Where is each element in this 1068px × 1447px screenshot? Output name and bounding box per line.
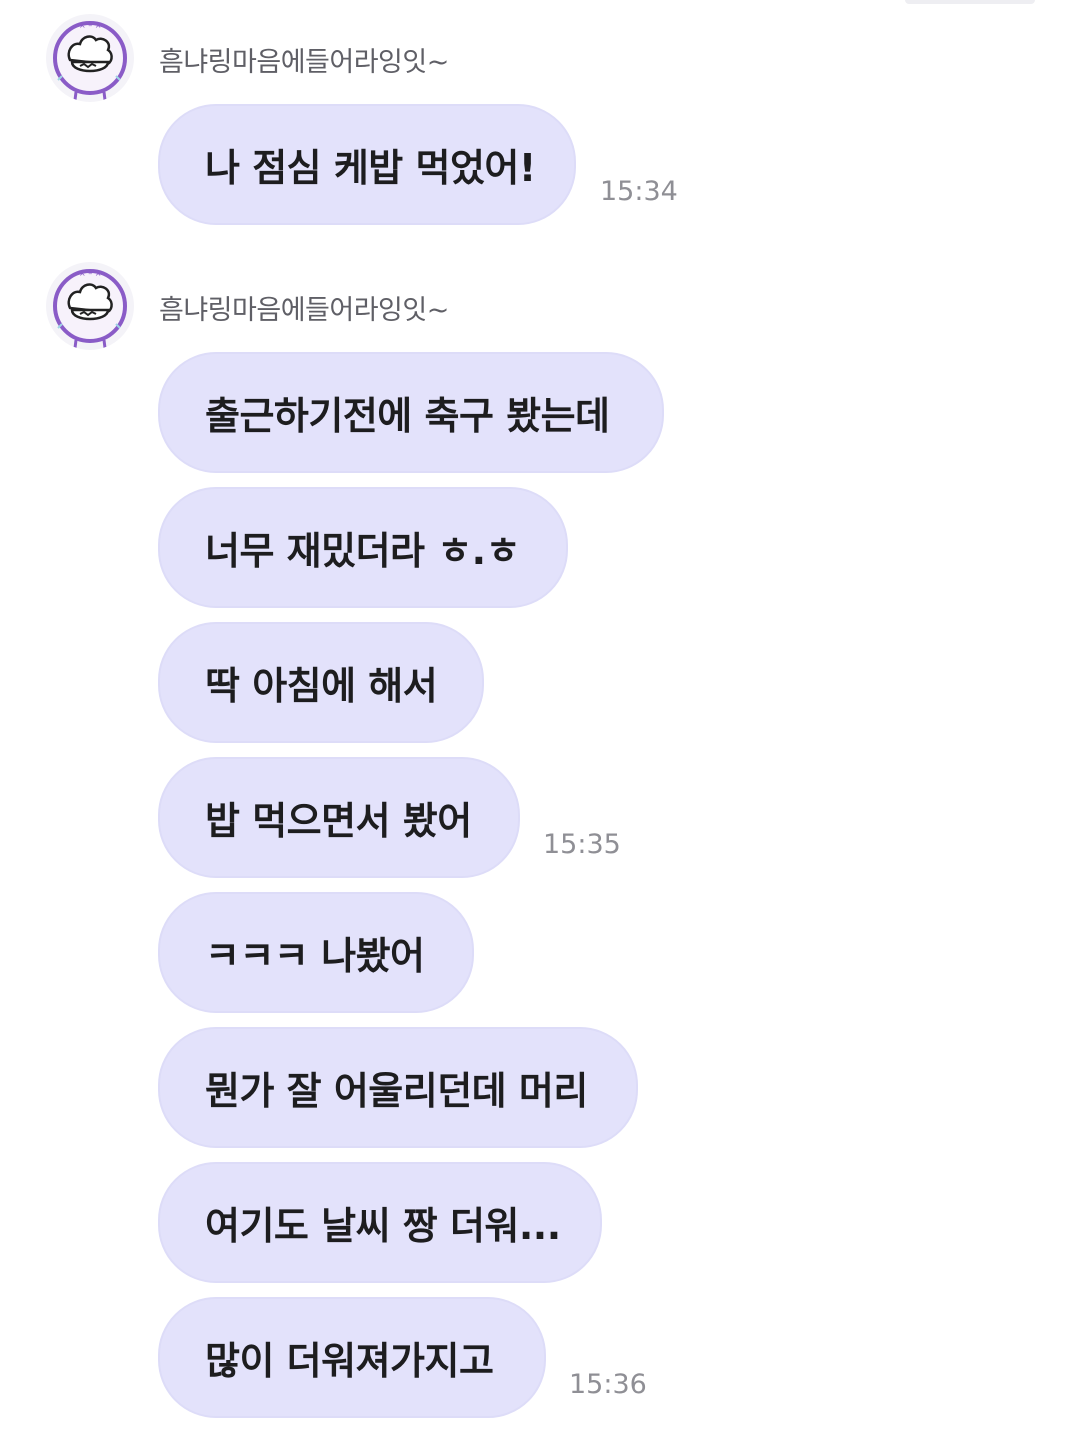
message-time: 15:35	[543, 829, 621, 860]
message-text: 나 점심 케밥 먹었어!	[205, 146, 536, 190]
sender-name: 흠냐링마음에들어라잉잇~	[159, 295, 449, 326]
message-bubble[interactable]: ㅋㅋㅋ 나봤어	[158, 892, 474, 1013]
message-bubble[interactable]: 너무 재밌더라 ㅎ.ㅎ	[158, 487, 568, 608]
message-bubble[interactable]: 출근하기전에 축구 봤는데	[158, 352, 664, 473]
top-edge-shade	[905, 0, 1035, 4]
sender-name: 흠냐링마음에들어라잉잇~	[159, 47, 449, 78]
message-text: 뭔가 잘 어울리던데 머리	[205, 1069, 588, 1113]
sticker-face-avatar-icon: × – ×	[48, 264, 132, 349]
message-text: 딱 아침에 해서	[205, 664, 438, 708]
message-bubble[interactable]: 밥 먹으면서 봤어	[158, 757, 520, 878]
message-text: 여기도 날씨 짱 더워...	[205, 1204, 561, 1248]
sender-avatar-icon[interactable]: × – ×	[46, 14, 134, 102]
message-bubble[interactable]: 딱 아침에 해서	[158, 622, 484, 743]
message-time: 15:36	[569, 1369, 647, 1400]
message-bubble[interactable]: 여기도 날씨 짱 더워...	[158, 1162, 602, 1283]
message-bubble[interactable]: 뭔가 잘 어울리던데 머리	[158, 1027, 638, 1148]
message-time: 15:34	[600, 176, 678, 207]
svg-text:× – ×: × – ×	[79, 21, 102, 30]
message-text: 많이 더워져가지고	[205, 1339, 494, 1383]
svg-text:× – ×: × – ×	[79, 269, 102, 278]
message-text: 밥 먹으면서 봤어	[205, 799, 472, 843]
message-text: 너무 재밌더라 ㅎ.ㅎ	[205, 529, 521, 573]
sender-avatar-icon[interactable]: × – ×	[46, 262, 134, 350]
message-text: ㅋㅋㅋ 나봤어	[205, 934, 425, 978]
message-text: 출근하기전에 축구 봤는데	[205, 394, 610, 438]
sticker-face-avatar-icon: × – ×	[48, 16, 132, 101]
message-bubble[interactable]: 많이 더워져가지고	[158, 1297, 546, 1418]
message-bubble[interactable]: 나 점심 케밥 먹었어!	[158, 104, 576, 225]
